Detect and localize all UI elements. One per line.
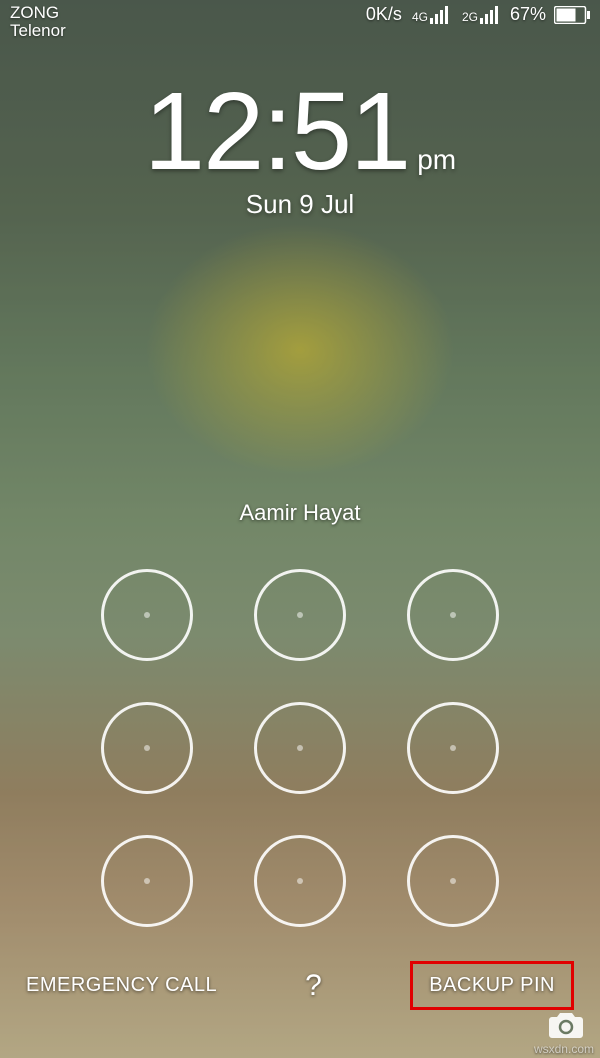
pattern-node-7[interactable] bbox=[101, 835, 193, 927]
clock-time: 12:51 bbox=[144, 68, 409, 195]
pattern-grid[interactable] bbox=[70, 548, 530, 948]
battery-icon bbox=[554, 6, 590, 24]
signal-bars-icon bbox=[430, 6, 452, 24]
clock-area: 12:51 pm Sun 9 Jul bbox=[0, 68, 600, 220]
signal-1-group: 4G bbox=[410, 6, 452, 24]
signal-1-label: 4G bbox=[412, 10, 428, 24]
lock-screen: ZONG Telenor 0K/s 4G 2G bbox=[0, 0, 600, 1058]
status-right: 0K/s 4G 2G 67% bbox=[366, 4, 590, 25]
status-carriers: ZONG Telenor bbox=[10, 4, 66, 40]
signal-2-label: 2G bbox=[462, 10, 478, 24]
camera-icon bbox=[548, 1009, 584, 1039]
carrier-2: Telenor bbox=[10, 22, 66, 40]
status-bar: ZONG Telenor 0K/s 4G 2G bbox=[0, 0, 600, 42]
bottom-bar: EMERGENCY CALL ? BACKUP PIN bbox=[0, 961, 600, 1010]
camera-shortcut[interactable] bbox=[544, 1002, 588, 1046]
pattern-node-1[interactable] bbox=[101, 569, 193, 661]
pattern-node-4[interactable] bbox=[101, 702, 193, 794]
emergency-call-button[interactable]: EMERGENCY CALL bbox=[26, 974, 217, 997]
pattern-node-2[interactable] bbox=[254, 569, 346, 661]
network-speed: 0K/s bbox=[366, 4, 402, 25]
backup-pin-button[interactable]: BACKUP PIN bbox=[429, 974, 555, 996]
battery-percent: 67% bbox=[510, 4, 546, 25]
pattern-node-5[interactable] bbox=[254, 702, 346, 794]
signal-bars-icon bbox=[480, 6, 502, 24]
pattern-node-3[interactable] bbox=[407, 569, 499, 661]
signal-2-group: 2G bbox=[460, 6, 502, 24]
attribution: wsxdn.com bbox=[534, 1042, 594, 1056]
clock-date: Sun 9 Jul bbox=[0, 189, 600, 220]
pattern-node-6[interactable] bbox=[407, 702, 499, 794]
pattern-node-9[interactable] bbox=[407, 835, 499, 927]
owner-name: Aamir Hayat bbox=[0, 500, 600, 526]
carrier-1: ZONG bbox=[10, 4, 66, 22]
pattern-node-8[interactable] bbox=[254, 835, 346, 927]
help-icon[interactable]: ? bbox=[305, 969, 322, 1003]
clock-ampm: pm bbox=[417, 144, 456, 190]
